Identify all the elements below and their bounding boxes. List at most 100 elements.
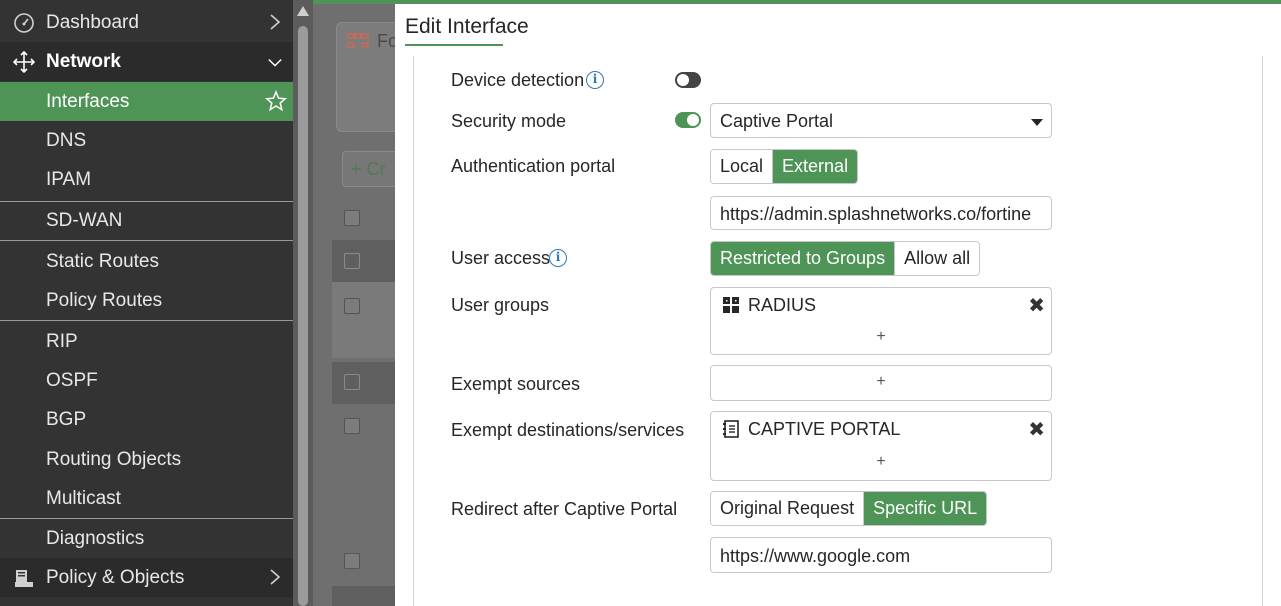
exempt-destinations-label: Exempt destinations/services — [451, 420, 685, 440]
sidebar-item-policy-routes[interactable]: Policy Routes — [0, 281, 293, 320]
dialog-title: Edit Interface — [405, 15, 529, 38]
background-checkbox — [344, 418, 360, 434]
user-groups-field[interactable]: RADIUS ✖ + — [710, 287, 1052, 355]
sidebar-item-label: Interfaces — [46, 90, 130, 112]
redirect-specific-url-option[interactable]: Specific URL — [863, 492, 987, 525]
background-create-label: + Cr — [351, 159, 386, 179]
chevron-right-icon — [270, 569, 281, 585]
redirect-original-request-option[interactable]: Original Request — [711, 492, 864, 525]
sidebar-item-dashboard[interactable]: Dashboard — [0, 3, 293, 42]
background-checkbox — [344, 298, 360, 314]
authentication-portal-toggle: Local External — [710, 149, 859, 184]
sidebar-item-ipam[interactable]: IPAM — [0, 160, 293, 199]
sidebar-item-label: Multicast — [46, 487, 121, 509]
redirect-toggle: Original Request Specific URL — [710, 491, 988, 526]
sidebar-item-label: BGP — [46, 408, 87, 430]
exempt-destination-tag: CAPTIVE PORTAL — [748, 419, 901, 439]
background-collapse-icon — [344, 374, 360, 390]
background-group-row — [332, 240, 403, 282]
background-collapse-icon — [344, 253, 360, 269]
add-exempt-destination-button[interactable]: + — [711, 453, 1051, 471]
sidebar-item-network[interactable]: Network — [0, 42, 293, 81]
add-user-group-button[interactable]: + — [711, 328, 1051, 346]
caret-down-icon — [1031, 119, 1043, 126]
sidebar-item-label: RIP — [46, 330, 78, 352]
sidebar: Dashboard Network Interfaces DNS IPAM SD… — [0, 0, 296, 606]
user-access-restricted-option[interactable]: Restricted to Groups — [711, 242, 895, 275]
fortinet-logo-icon — [347, 33, 369, 48]
sidebar-item-label: Policy Routes — [46, 289, 163, 311]
redirect-url-value: https://www.google.com — [720, 546, 911, 566]
redirect-url-input[interactable]: https://www.google.com — [710, 537, 1052, 573]
address-book-icon — [723, 420, 739, 438]
sidebar-item-sd-wan[interactable]: SD-WAN — [0, 201, 293, 240]
sidebar-item-label: Diagnostics — [46, 527, 145, 549]
background-checkbox — [344, 553, 360, 569]
user-group-icon — [723, 297, 739, 313]
sidebar-item-ospf[interactable]: OSPF — [0, 361, 293, 400]
sidebar-item-label: Dashboard — [46, 11, 139, 33]
sidebar-item-label: SD-WAN — [46, 209, 123, 231]
sidebar-item-policy-objects[interactable]: Policy & Objects — [0, 558, 293, 597]
exempt-destinations-field[interactable]: CAPTIVE PORTAL ✖ + — [710, 411, 1052, 481]
policy-objects-icon — [15, 570, 33, 587]
edit-interface-dialog: Edit Interface Device detection i Securi… — [395, 4, 1281, 606]
dialog-header: Edit Interface — [395, 4, 1281, 52]
sidebar-item-label: DNS — [46, 129, 87, 151]
sidebar-item-bgp[interactable]: BGP — [0, 400, 293, 439]
background-card: Fo — [336, 22, 403, 132]
network-move-icon — [13, 51, 35, 73]
auth-portal-external-option[interactable]: External — [772, 150, 858, 183]
background-create-button: + Cr — [342, 151, 403, 187]
dialog-body: Device detection i Security mode Captive… — [413, 56, 1263, 606]
background-table-row — [332, 282, 403, 358]
user-access-allow-all-option[interactable]: Allow all — [894, 242, 980, 275]
info-icon[interactable]: i — [586, 71, 604, 89]
title-underline — [405, 44, 503, 46]
sidebar-scrollbar[interactable] — [293, 0, 313, 606]
remove-icon[interactable]: ✖ — [1028, 293, 1045, 318]
sidebar-item-routing-objects[interactable]: Routing Objects — [0, 440, 293, 479]
sidebar-item-rip[interactable]: RIP — [0, 322, 293, 361]
info-icon[interactable]: i — [549, 249, 567, 267]
background-group-row — [332, 586, 403, 606]
security-mode-label: Security mode — [451, 111, 567, 131]
security-mode-value: Captive Portal — [720, 111, 834, 131]
exempt-sources-field[interactable]: + — [710, 365, 1052, 401]
chevron-down-icon — [268, 58, 282, 67]
sidebar-item-label: Network — [46, 50, 121, 72]
sidebar-item-label: Policy & Objects — [46, 566, 185, 588]
security-mode-select[interactable]: Captive Portal — [710, 103, 1052, 138]
sidebar-item-label: OSPF — [46, 369, 98, 391]
auth-portal-url-input[interactable]: https://admin.splashnetworks.co/fortine — [710, 196, 1052, 230]
sidebar-divider — [0, 240, 293, 241]
exempt-sources-label: Exempt sources — [451, 374, 581, 394]
user-access-toggle: Restricted to Groups Allow all — [710, 241, 981, 276]
auth-portal-local-option[interactable]: Local — [711, 150, 773, 183]
scrollbar-thumb[interactable] — [298, 26, 308, 606]
scroll-up-arrow-icon[interactable] — [297, 6, 309, 16]
dashboard-gauge-icon — [14, 13, 34, 33]
sidebar-item-label: Static Routes — [46, 250, 159, 272]
add-exempt-source-button[interactable]: + — [711, 373, 1051, 391]
device-detection-toggle[interactable] — [675, 72, 701, 88]
background-checkbox — [344, 210, 360, 226]
authentication-portal-label: Authentication portal — [451, 156, 616, 176]
sidebar-item-static-routes[interactable]: Static Routes — [0, 242, 293, 281]
redirect-label: Redirect after Captive Portal — [451, 499, 678, 519]
chevron-right-icon — [270, 14, 281, 30]
background-content: Fo + Cr — [313, 0, 403, 606]
security-mode-toggle[interactable] — [675, 112, 701, 128]
user-group-tag: RADIUS — [748, 295, 817, 315]
sidebar-item-label: IPAM — [46, 168, 92, 190]
sidebar-item-multicast[interactable]: Multicast — [0, 479, 293, 518]
sidebar-item-label: Routing Objects — [46, 448, 182, 470]
sidebar-item-interfaces[interactable]: Interfaces — [0, 82, 293, 121]
user-groups-label: User groups — [451, 295, 550, 315]
star-favorite-icon[interactable] — [265, 90, 287, 112]
sidebar-item-dns[interactable]: DNS — [0, 121, 293, 160]
auth-portal-url-value: https://admin.splashnetworks.co/fortine — [720, 204, 1032, 224]
user-access-label: User access — [451, 248, 551, 268]
remove-icon[interactable]: ✖ — [1028, 417, 1045, 442]
sidebar-item-diagnostics[interactable]: Diagnostics — [0, 519, 293, 558]
